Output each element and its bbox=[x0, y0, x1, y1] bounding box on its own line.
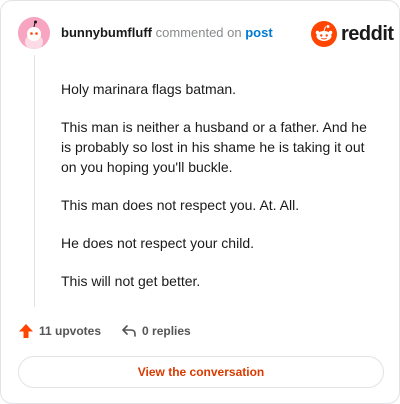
reddit-wordmark: reddit bbox=[341, 22, 394, 45]
username[interactable]: bunnybumfluff bbox=[61, 25, 152, 40]
comment-body: Holy marinara flags batman. This man is … bbox=[61, 79, 379, 309]
upvote-arrow-icon bbox=[19, 324, 33, 338]
comment-paragraph: He does not respect your child. bbox=[61, 235, 254, 251]
user-avatar[interactable] bbox=[18, 17, 50, 49]
comment-paragraph: Holy marinara flags batman. bbox=[61, 81, 237, 97]
comment-embed-card: bunnybumfluff commented on post reddit H… bbox=[0, 0, 400, 404]
reply-count: 0 replies bbox=[142, 324, 191, 338]
post-link[interactable]: post bbox=[245, 25, 272, 40]
comment-paragraph: This will not get better. bbox=[61, 273, 201, 289]
comment-header: bunnybumfluff commented on post bbox=[61, 25, 273, 40]
snoo-avatar-icon bbox=[18, 17, 50, 49]
comment-paragraph: This man does not respect you. At. All. bbox=[61, 197, 300, 213]
reply-arrow-icon bbox=[122, 325, 136, 337]
view-conversation-button[interactable]: View the conversation bbox=[18, 356, 384, 388]
comment-actions: 11 upvotes 0 replies bbox=[18, 323, 191, 339]
commented-on-text: commented on bbox=[155, 25, 242, 40]
thread-line bbox=[34, 55, 35, 307]
upvote-action[interactable]: 11 upvotes bbox=[18, 323, 101, 339]
reply-action[interactable]: 0 replies bbox=[121, 323, 191, 339]
upvote-count: 11 upvotes bbox=[39, 324, 102, 338]
comment-paragraph: This man is neither a husband or a fathe… bbox=[61, 119, 367, 175]
reddit-logo-icon bbox=[311, 21, 337, 47]
reddit-brand[interactable]: reddit bbox=[311, 21, 394, 47]
